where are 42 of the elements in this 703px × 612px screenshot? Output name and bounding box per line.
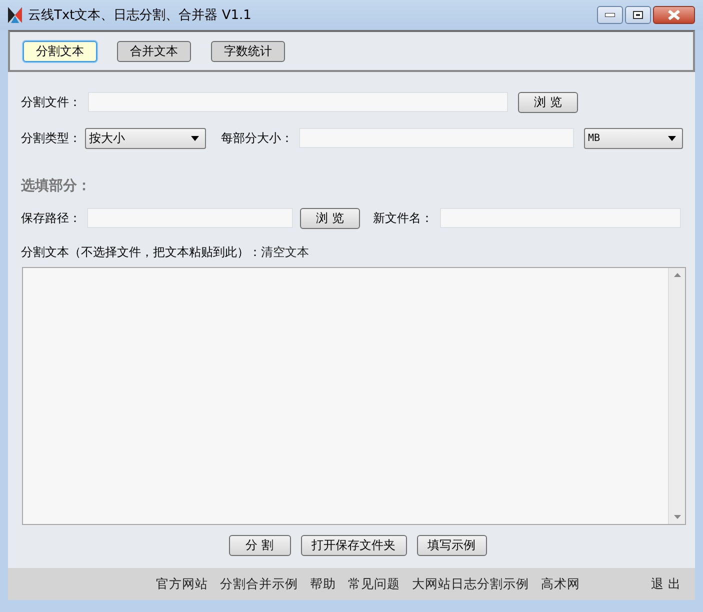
- exit-link[interactable]: 退 出: [651, 576, 681, 592]
- caret-icon: [668, 136, 676, 140]
- maximize-button[interactable]: [625, 6, 651, 24]
- scroll-down-icon[interactable]: [674, 515, 680, 519]
- maximize-icon: [633, 11, 643, 19]
- open-folder-button[interactable]: 打开保存文件夹: [300, 535, 406, 556]
- scrollbar[interactable]: [668, 268, 685, 524]
- text-area-label: 分割文本（不选择文件，把文本粘贴到此）：: [21, 244, 261, 260]
- field-label: 新文件名：: [373, 210, 433, 226]
- fill-example-button[interactable]: 填写示例: [416, 535, 486, 556]
- field-label: 分割类型：: [21, 130, 81, 146]
- app-logo-icon: [8, 7, 22, 23]
- caret-icon: [191, 136, 199, 140]
- minimize-button[interactable]: [597, 6, 623, 24]
- browse-button[interactable]: 浏 览: [300, 208, 360, 228]
- tab[interactable]: 分割文本: [23, 40, 97, 62]
- file-name-field[interactable]: [440, 208, 681, 228]
- file-path-field[interactable]: [88, 92, 508, 112]
- footer-link[interactable]: 帮助: [310, 576, 336, 592]
- save-path-field[interactable]: [87, 208, 293, 228]
- field-label: 每部分大小：: [221, 130, 293, 146]
- footer-link[interactable]: 官方网站: [156, 576, 208, 592]
- footer-link[interactable]: 高术网: [541, 576, 580, 592]
- unit-dropdown[interactable]: MB: [584, 128, 683, 148]
- browse-button[interactable]: 浏 览: [518, 92, 578, 112]
- footer-link[interactable]: 大网站日志分割示例: [412, 576, 529, 592]
- footer-link[interactable]: 常见问题: [348, 576, 400, 592]
- window-title: 云线Txt文本、日志分割、合并器 V1.1: [28, 7, 252, 24]
- split-button[interactable]: 分 割: [228, 535, 290, 556]
- tab[interactable]: 字数统计: [211, 40, 285, 62]
- part-size-field[interactable]: [299, 128, 574, 148]
- scroll-up-icon[interactable]: [674, 273, 680, 277]
- field-label: 分割文件：: [21, 94, 81, 110]
- close-icon: [668, 10, 680, 20]
- tab[interactable]: 合并文本: [117, 40, 191, 62]
- minimize-icon: [605, 13, 615, 17]
- field-label: 保存路径：: [21, 210, 81, 226]
- close-button[interactable]: [653, 6, 695, 24]
- section-title: 选填部分：: [20, 177, 92, 195]
- split-type-dropdown[interactable]: 按大小: [85, 128, 206, 148]
- footer-link[interactable]: 分割合并示例: [220, 576, 298, 592]
- clear-text-link[interactable]: 清空文本: [261, 244, 309, 260]
